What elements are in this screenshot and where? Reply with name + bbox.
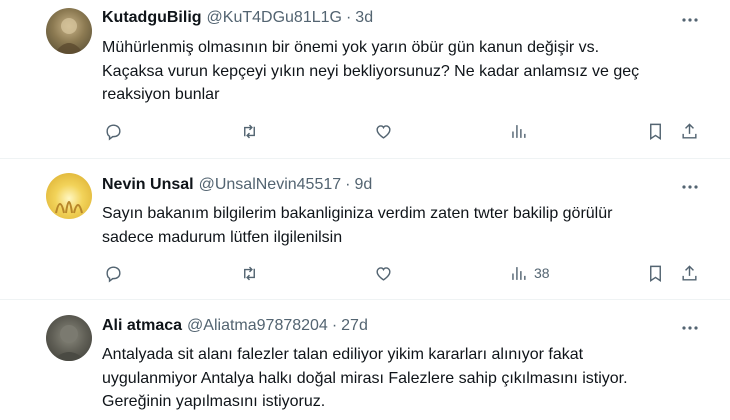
- bookmark-icon: [650, 123, 661, 140]
- more-icon[interactable]: [680, 318, 700, 338]
- action-bar: 38: [102, 262, 702, 284]
- share-icon: [682, 122, 697, 139]
- views-button[interactable]: [509, 120, 534, 142]
- tweet-text-line: Mühürlenmiş olmasının bir önemi yok yarı…: [102, 39, 600, 56]
- views-button[interactable]: 38: [509, 262, 550, 284]
- like-button[interactable]: [374, 262, 393, 284]
- tweet[interactable]: Nevin Unsal @UnsalNevin45517 · 9d Sayın …: [0, 159, 730, 299]
- timestamp[interactable]: 3d: [355, 9, 373, 27]
- avatar[interactable]: [46, 8, 92, 54]
- views-icon: [512, 266, 526, 280]
- bookmark-button[interactable]: [646, 262, 665, 284]
- tweet-header: Nevin Unsal @UnsalNevin45517 · 9d: [102, 176, 372, 194]
- author-handle[interactable]: @Aliatma97878204: [187, 317, 328, 335]
- timestamp[interactable]: 9d: [354, 176, 372, 194]
- separator-dot: ·: [345, 176, 351, 193]
- author-name[interactable]: Nevin Unsal: [102, 176, 194, 194]
- tweet-text: Mühürlenmiş olmasının bir önemi yok yarı…: [102, 36, 702, 107]
- views-count: 38: [534, 265, 550, 281]
- tweet-header: Ali atmaca @Aliatma97878204 · 27d: [102, 317, 368, 335]
- views-icon: [512, 124, 526, 138]
- bookmark-button[interactable]: [646, 120, 665, 142]
- share-button[interactable]: [680, 120, 699, 142]
- like-icon: [376, 124, 391, 139]
- avatar[interactable]: [46, 173, 92, 219]
- tweet-text-line: Antalyada sit alanı falezler talan edili…: [102, 346, 584, 363]
- bookmark-icon: [650, 265, 661, 282]
- more-icon[interactable]: [680, 177, 700, 197]
- author-name[interactable]: KutadguBilig: [102, 9, 202, 27]
- retweet-button[interactable]: [240, 262, 259, 284]
- retweet-button[interactable]: [240, 120, 259, 142]
- author-handle[interactable]: @KuT4DGu81L1G: [207, 9, 342, 27]
- reply-button[interactable]: [104, 120, 123, 142]
- tweet[interactable]: KutadguBilig @KuT4DGu81L1G · 3d Mühürlen…: [0, 0, 730, 158]
- tweet-text-line: reaksiyon bunlar: [102, 86, 220, 103]
- tweet-text-line: Sayın bakanım bilgilerim bakanliginiza v…: [102, 205, 613, 222]
- tweet-text-line: Kaçaksa vurun kepçeyi yıkın neyi bekliyo…: [102, 62, 640, 80]
- reply-button[interactable]: [104, 262, 123, 284]
- retweet-icon: [244, 266, 255, 280]
- reply-icon: [106, 123, 121, 140]
- more-icon[interactable]: [680, 10, 700, 30]
- like-icon: [376, 266, 391, 281]
- share-button[interactable]: [680, 262, 699, 284]
- tweet-text-line: uygulanmiyor Antalya halkı doğal mirası …: [102, 369, 628, 387]
- tweet-text: Sayın bakanım bilgilerim bakanliginiza v…: [102, 202, 702, 249]
- like-button[interactable]: [374, 120, 393, 142]
- author-handle[interactable]: @UnsalNevin45517: [199, 176, 342, 194]
- reply-icon: [106, 265, 121, 282]
- tweet[interactable]: Ali atmaca @Aliatma97878204 · 27d Antaly…: [0, 300, 730, 420]
- share-icon: [682, 264, 697, 281]
- avatar[interactable]: [46, 315, 92, 361]
- action-bar: [102, 120, 702, 142]
- tweet-text-line: Gereğinin yapılmasını istiyoruz.: [102, 393, 326, 410]
- separator-dot: ·: [331, 317, 338, 334]
- retweet-icon: [244, 124, 255, 138]
- timestamp[interactable]: 27d: [341, 317, 368, 335]
- tweet-text: Antalyada sit alanı falezler talan edili…: [102, 343, 702, 414]
- tweet-text-line: sadece madurum lütfen ilgilenilsin: [102, 228, 343, 246]
- tweet-header: KutadguBilig @KuT4DGu81L1G · 3d: [102, 9, 373, 27]
- author-name[interactable]: Ali atmaca: [102, 317, 182, 335]
- separator-dot: ·: [345, 9, 352, 26]
